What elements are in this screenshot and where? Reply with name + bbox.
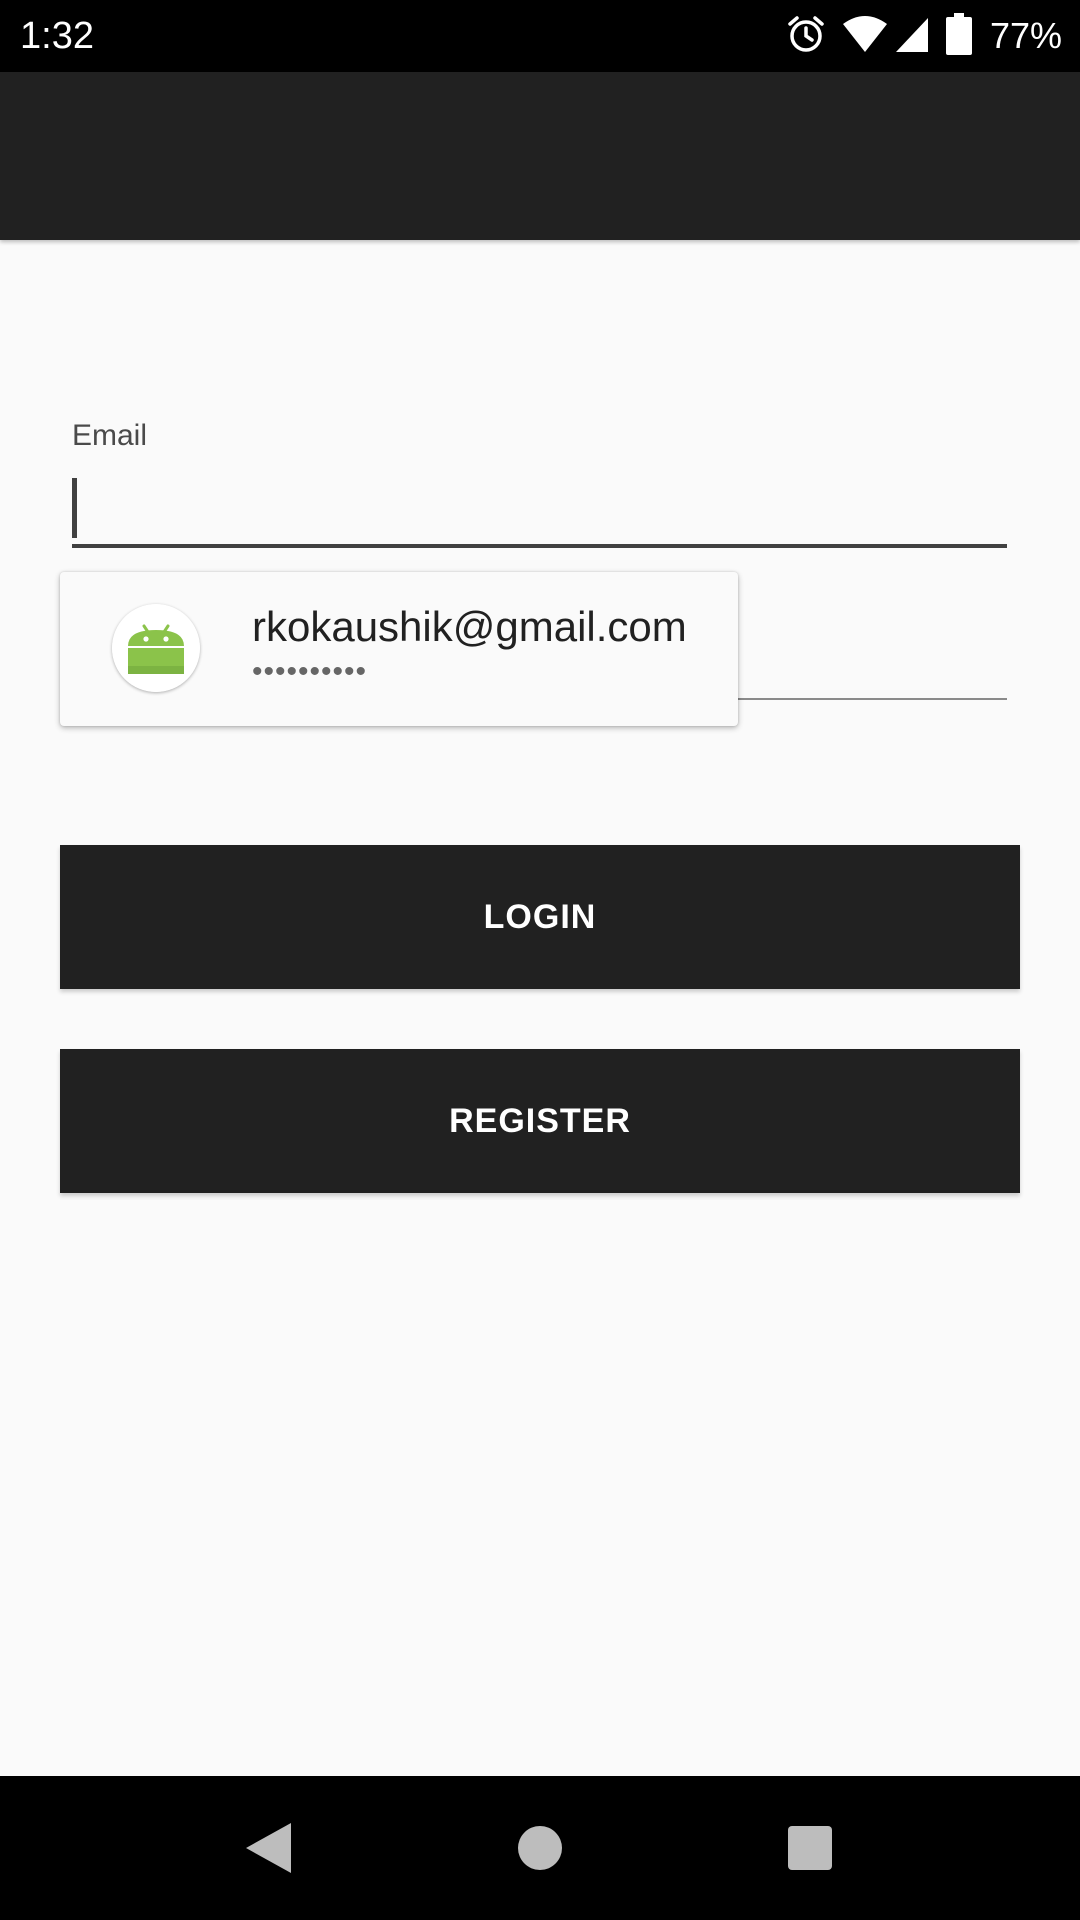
battery-percent: 77% [989, 15, 1062, 56]
email-label: Email [72, 419, 148, 452]
navigation-bar [0, 1776, 1080, 1920]
recents-button[interactable] [738, 1776, 882, 1920]
app-bar [0, 72, 1080, 240]
email-field[interactable] [72, 470, 1007, 548]
text-cursor [72, 478, 77, 538]
login-screen: 1:32 77% Email rkokaushik@gmail.com ••••… [0, 0, 1080, 1920]
register-button[interactable]: REGISTER [60, 1049, 1020, 1193]
status-icons: 77% [770, 12, 1062, 60]
status-bar: 1:32 77% [0, 0, 1080, 72]
back-icon [246, 1823, 291, 1873]
alarm-icon [786, 14, 826, 59]
home-icon [518, 1826, 562, 1870]
back-button[interactable] [196, 1776, 340, 1920]
wifi-icon [842, 14, 888, 59]
android-icon [112, 604, 200, 692]
login-button[interactable]: LOGIN [60, 845, 1020, 989]
autofill-account-email: rkokaushik@gmail.com [252, 603, 687, 650]
battery-icon [945, 12, 972, 60]
home-button[interactable] [468, 1776, 612, 1920]
cell-signal-icon [894, 14, 930, 59]
recents-icon [788, 1826, 832, 1870]
autofill-suggestion[interactable]: rkokaushik@gmail.com •••••••••• [60, 572, 738, 726]
status-time: 1:32 [20, 15, 94, 57]
autofill-masked-password: •••••••••• [252, 655, 368, 688]
